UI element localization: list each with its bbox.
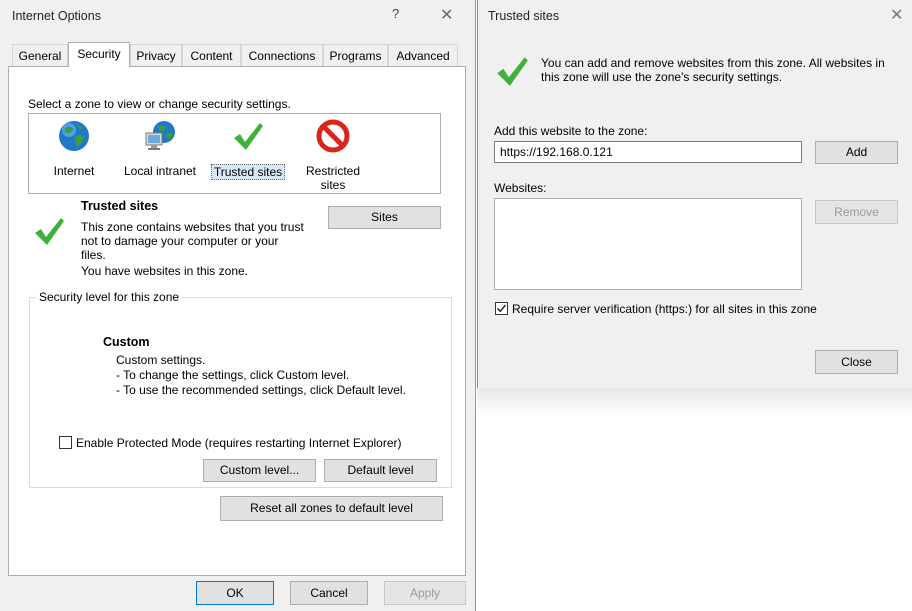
cancel-button[interactable]: Cancel — [290, 581, 368, 605]
apply-button[interactable]: Apply — [384, 581, 466, 605]
background-area — [477, 386, 912, 611]
intranet-icon — [142, 119, 178, 153]
zone-label: Trusted sites — [210, 164, 286, 180]
checkmark-icon — [494, 52, 530, 90]
websites-label: Websites: — [494, 181, 547, 195]
close-dialog-button[interactable]: ✕ — [890, 5, 903, 25]
zone-trusted-sites[interactable]: Trusted sites — [207, 119, 289, 180]
custom-level-button[interactable]: Custom level... — [203, 459, 316, 482]
security-level-name: Custom — [103, 335, 150, 349]
close-window-button[interactable]: ✕ — [440, 5, 453, 25]
tab-advanced[interactable]: Advanced — [388, 44, 458, 66]
zone-info-status: You have websites in this zone. — [81, 264, 248, 278]
close-button[interactable]: Close — [815, 350, 898, 374]
remove-button[interactable]: Remove — [815, 200, 898, 224]
zone-internet[interactable]: Internet — [39, 119, 109, 178]
security-level-line: - To use the recommended settings, click… — [116, 383, 406, 397]
window-title: Internet Options — [12, 9, 101, 23]
add-website-label: Add this website to the zone: — [494, 124, 648, 138]
zone-prompt: Select a zone to view or change security… — [28, 97, 291, 111]
tab-programs[interactable]: Programs — [323, 44, 388, 66]
default-level-button[interactable]: Default level — [324, 459, 437, 482]
internet-options-window: Internet Options ? ✕ General Security Pr… — [0, 0, 476, 611]
protected-mode-label: Enable Protected Mode (requires restarti… — [76, 436, 402, 450]
add-website-input[interactable]: https://192.168.0.121 — [494, 141, 802, 163]
security-level-group-label: Security level for this zone — [36, 290, 183, 304]
tab-content[interactable]: Content — [182, 44, 241, 66]
zone-label: Restricted sites — [305, 164, 361, 192]
zone-restricted-sites[interactable]: Restricted sites — [293, 119, 373, 192]
security-level-line: Custom settings. — [116, 353, 206, 367]
tab-security[interactable]: Security — [68, 42, 130, 67]
zone-info-title: Trusted sites — [81, 199, 159, 213]
zone-info-description: This zone contains websites that you tru… — [81, 220, 304, 262]
require-https-checkbox[interactable] — [495, 302, 508, 315]
require-https-label: Require server verification (https:) for… — [512, 302, 817, 316]
restricted-icon — [316, 119, 350, 153]
websites-list[interactable] — [494, 198, 802, 290]
zone-label: Internet — [53, 164, 95, 178]
ok-button[interactable]: OK — [196, 581, 274, 605]
sites-button[interactable]: Sites — [328, 206, 441, 229]
checkbox-check-icon — [497, 304, 507, 313]
checkmark-icon — [231, 119, 265, 153]
zone-local-intranet[interactable]: Local intranet — [117, 119, 203, 178]
protected-mode-checkbox[interactable] — [59, 436, 72, 449]
help-button[interactable]: ? — [392, 6, 399, 21]
tab-general[interactable]: General — [12, 44, 68, 66]
dialog-intro-text: You can add and remove websites from thi… — [541, 56, 885, 84]
reset-all-zones-button[interactable]: Reset all zones to default level — [220, 496, 443, 521]
add-button[interactable]: Add — [815, 141, 898, 164]
security-level-line: - To change the settings, click Custom l… — [116, 368, 350, 382]
tab-connections[interactable]: Connections — [241, 44, 323, 66]
dialog-title: Trusted sites — [488, 9, 560, 23]
trusted-sites-dialog: Trusted sites ✕ You can add and remove w… — [477, 0, 912, 388]
tab-privacy[interactable]: Privacy — [130, 44, 182, 66]
zone-label: Local intranet — [123, 164, 197, 178]
checkmark-icon — [32, 214, 66, 248]
zone-list: Internet Local intranet Trusted sites Re… — [28, 113, 441, 194]
globe-icon — [57, 119, 91, 153]
